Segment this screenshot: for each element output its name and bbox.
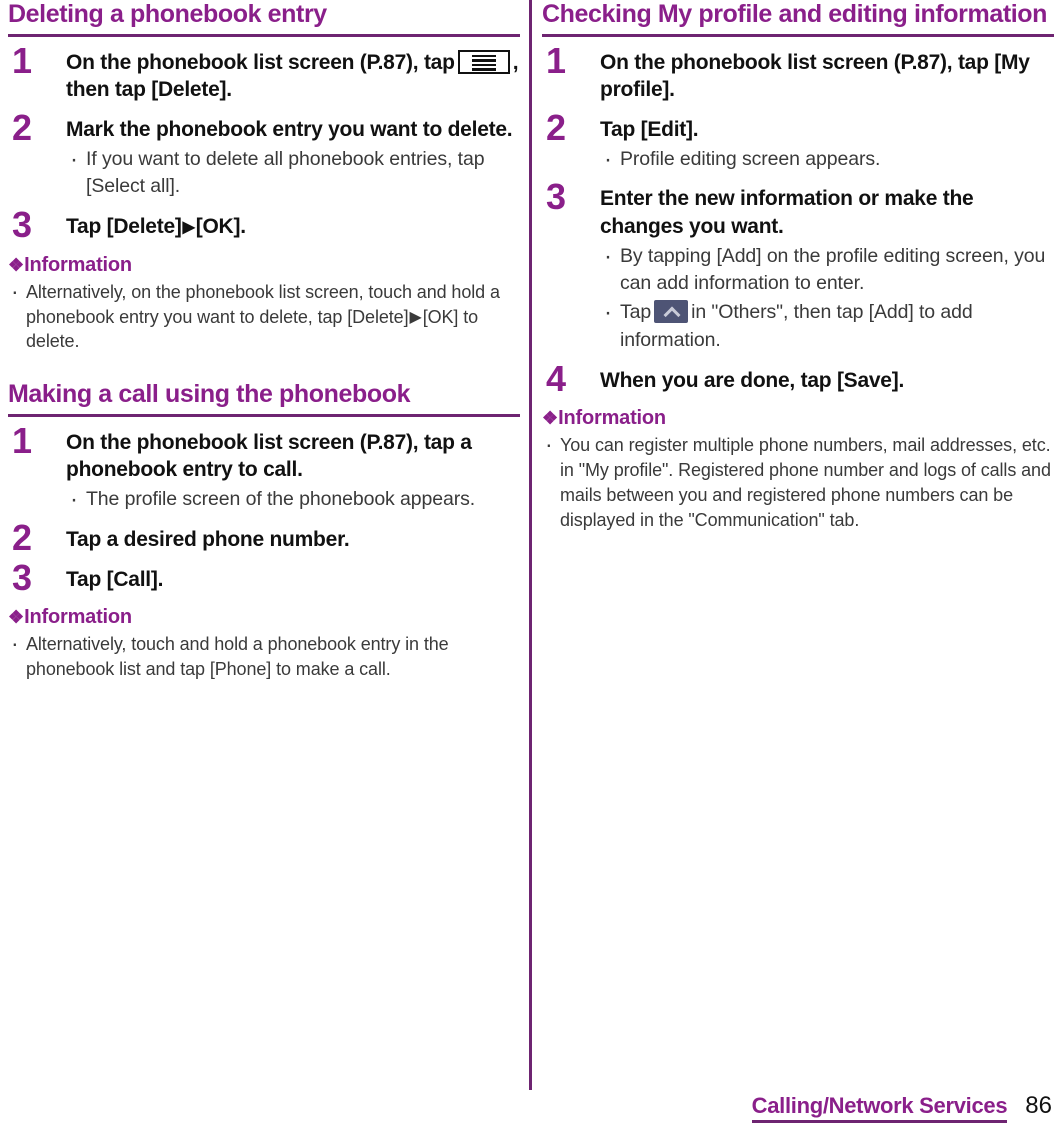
step-number: 3	[12, 556, 33, 598]
information-block: ❖Information Alternatively, touch and ho…	[8, 605, 520, 682]
step-text-before: Tap [Delete]	[66, 215, 182, 239]
information-heading-label: Information	[558, 407, 666, 430]
information-heading: ❖Information	[8, 605, 520, 629]
information-heading-label: Information	[24, 253, 132, 276]
right-triangle-icon: ▶	[409, 308, 422, 326]
diamond-icon: ❖	[542, 408, 558, 429]
information-heading: ❖Information	[542, 406, 1054, 430]
step-sub-list: Profile editing screen appears.	[600, 143, 1054, 177]
step-text: On the phonebook list screen (P.87), tap…	[600, 50, 1030, 102]
step-text-after: [OK].	[195, 215, 246, 239]
information-item: Alternatively, on the phonebook list scr…	[8, 276, 520, 354]
information-list: Alternatively, touch and hold a phoneboo…	[8, 628, 520, 682]
step-sub-list: By tapping [Add] on the profile editing …	[600, 240, 1054, 355]
step-text: Tap [Delete]▶[OK].	[66, 213, 520, 241]
information-item: Alternatively, touch and hold a phoneboo…	[8, 628, 520, 682]
section-heading-deleting-phonebook-entry: Deleting a phonebook entry	[8, 0, 520, 37]
step-text: Tap a desired phone number.	[66, 527, 350, 551]
step-text: On the phonebook list screen (P.87), tap…	[66, 430, 472, 482]
section-rule	[542, 33, 1054, 37]
section-heading-checking-my-profile: Checking My profile and editing informat…	[542, 0, 1054, 37]
section-title: Making a call using the phonebook	[8, 380, 411, 409]
step-text-before: On the phonebook list screen (P.87), tap	[66, 50, 455, 74]
right-triangle-icon: ▶	[182, 219, 195, 237]
step-item: 1 On the phonebook list screen (P.87), t…	[542, 42, 1054, 104]
step-number: 2	[546, 106, 567, 148]
footer-chapter-title: Calling/Network Services	[751, 1093, 1008, 1123]
information-list: You can register multiple phone numbers,…	[542, 429, 1054, 532]
step-item: 3 Enter the new information or make the …	[542, 179, 1054, 355]
step-number: 3	[546, 176, 567, 218]
section-rule	[8, 413, 520, 417]
step-text: Tap [Call].	[66, 567, 164, 591]
step-sub-item: The profile screen of the phonebook appe…	[66, 483, 520, 517]
step-item: 1 On the phonebook list screen (P.87), t…	[8, 42, 520, 104]
step-text: Enter the new information or make the ch…	[600, 187, 974, 239]
footer-inner: Calling/Network Services 86	[751, 1091, 1052, 1123]
section-rule	[8, 33, 520, 37]
information-list: Alternatively, on the phonebook list scr…	[8, 276, 520, 354]
diamond-icon: ❖	[8, 607, 24, 628]
step-sub-item-with-icon: Tapin "Others", then tap [Add] to add in…	[600, 296, 1054, 354]
step-number: 1	[12, 39, 33, 81]
column-divider	[529, 0, 532, 1090]
sub-text-before: Tap	[620, 301, 652, 324]
step-sub-item: By tapping [Add] on the profile editing …	[600, 240, 1054, 298]
step-sub-item: If you want to delete all phonebook entr…	[66, 143, 520, 201]
caret-up-icon	[654, 300, 689, 324]
information-block: ❖Information Alternatively, on the phone…	[8, 253, 520, 354]
step-number: 3	[12, 204, 33, 246]
section-heading-making-a-call: Making a call using the phonebook	[8, 380, 520, 417]
step-item: 2 Tap [Edit]. Profile editing screen app…	[542, 109, 1054, 177]
step-item: 2 Mark the phonebook entry you want to d…	[8, 109, 520, 201]
diamond-icon: ❖	[8, 254, 24, 275]
step-sub-item: Profile editing screen appears.	[600, 143, 1054, 177]
section-title: Checking My profile and editing informat…	[542, 0, 1048, 28]
step-text: On the phonebook list screen (P.87), tap…	[66, 49, 520, 104]
page-number: 86	[1025, 1091, 1052, 1119]
step-text: Tap [Edit].	[600, 117, 699, 141]
step-number: 2	[12, 106, 33, 148]
step-number: 4	[546, 357, 567, 399]
information-item: You can register multiple phone numbers,…	[542, 429, 1054, 532]
step-item: 2 Tap a desired phone number.	[8, 519, 520, 555]
menu-icon	[457, 49, 510, 74]
left-column: Deleting a phonebook entry 1 On the phon…	[8, 0, 520, 682]
manual-page: Deleting a phonebook entry 1 On the phon…	[0, 0, 1062, 1131]
step-item: 4 When you are done, tap [Save].	[542, 360, 1054, 396]
step-text: Mark the phonebook entry you want to del…	[66, 117, 513, 141]
step-sub-list: If you want to delete all phonebook entr…	[66, 143, 520, 201]
step-item: 1 On the phonebook list screen (P.87), t…	[8, 422, 520, 517]
page-footer: Calling/Network Services 86	[0, 1079, 1062, 1123]
right-column: Checking My profile and editing informat…	[542, 0, 1054, 533]
information-block: ❖Information You can register multiple p…	[542, 406, 1054, 532]
step-number: 2	[12, 516, 33, 558]
step-item: 3 Tap [Call].	[8, 559, 520, 595]
step-item: 3 Tap [Delete]▶[OK].	[8, 207, 520, 243]
information-heading-label: Information	[24, 606, 132, 629]
step-sub-list: The profile screen of the phonebook appe…	[66, 483, 520, 517]
step-number: 1	[12, 419, 33, 461]
step-text: When you are done, tap [Save].	[600, 368, 905, 392]
information-heading: ❖Information	[8, 253, 520, 277]
section-title: Deleting a phonebook entry	[8, 0, 327, 28]
step-number: 1	[546, 39, 567, 81]
